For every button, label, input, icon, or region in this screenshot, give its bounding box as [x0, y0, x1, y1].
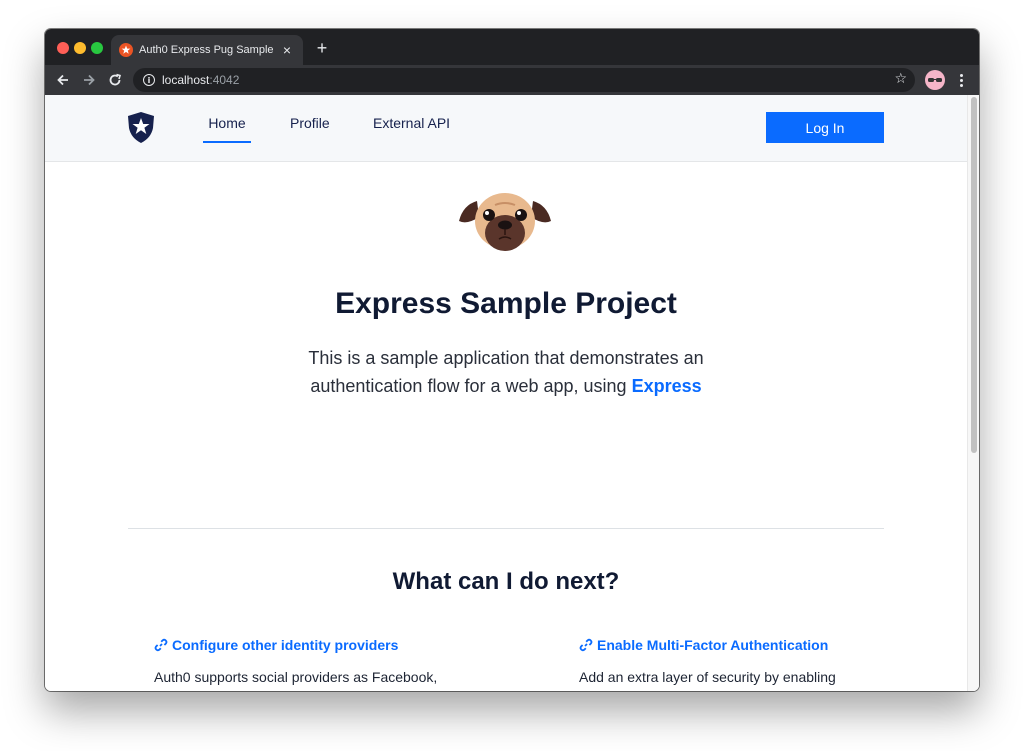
auth0-logo-icon[interactable]	[127, 112, 155, 143]
card-title: Enable Multi-Factor Authentication	[597, 637, 829, 653]
card-description: Auth0 supports social providers as Faceb…	[154, 669, 438, 685]
tab-title: Auth0 Express Pug Sample	[139, 44, 274, 56]
mfa-link[interactable]: Enable Multi-Factor Authentication	[579, 637, 879, 653]
hero-description: This is a sample application that demons…	[291, 344, 721, 400]
url-host: localhost	[162, 73, 210, 87]
nav-home-link[interactable]: Home	[203, 115, 251, 143]
back-icon[interactable]	[53, 70, 73, 90]
auth0-favicon-icon	[119, 43, 133, 57]
bookmark-star-icon[interactable]: ☆	[894, 71, 907, 87]
url-port: :4042	[209, 73, 240, 87]
page-viewport: Home Profile External API Log In Express…	[45, 95, 979, 691]
reload-icon[interactable]	[105, 70, 125, 90]
forward-icon[interactable]	[79, 70, 99, 90]
card-description: Add an extra layer of security by enabli…	[579, 669, 836, 685]
page-scrollbar[interactable]	[967, 95, 979, 691]
maximize-window-button[interactable]	[91, 42, 103, 54]
section-divider	[128, 528, 884, 529]
tab-close-icon[interactable]: ×	[279, 42, 295, 58]
login-button[interactable]: Log In	[766, 112, 884, 143]
browser-toolbar: i localhost:4042 ☆	[45, 65, 979, 95]
new-tab-button[interactable]: +	[311, 37, 333, 59]
browser-menu-icon[interactable]	[955, 70, 967, 90]
next-step-card: Configure other identity providers Auth0…	[154, 637, 454, 687]
browser-tab[interactable]: Auth0 Express Pug Sample ×	[111, 35, 303, 65]
address-bar[interactable]: i localhost:4042 ☆	[133, 68, 915, 92]
link-icon	[154, 638, 168, 652]
close-window-button[interactable]	[57, 42, 69, 54]
tab-strip: Auth0 Express Pug Sample × +	[45, 29, 979, 65]
minimize-window-button[interactable]	[74, 42, 86, 54]
identity-providers-link[interactable]: Configure other identity providers	[154, 637, 454, 653]
next-steps-title: What can I do next?	[392, 568, 620, 595]
nav-profile-link[interactable]: Profile	[290, 115, 330, 141]
pug-icon	[457, 191, 553, 253]
browser-window: Auth0 Express Pug Sample × + i localhost…	[45, 29, 979, 691]
card-title: Configure other identity providers	[172, 637, 399, 653]
site-navbar: Home Profile External API Log In	[45, 95, 967, 162]
profile-avatar[interactable]	[925, 70, 945, 90]
site-info-icon[interactable]: i	[143, 74, 155, 86]
scrollbar-thumb[interactable]	[971, 97, 977, 453]
express-link[interactable]: Express	[632, 376, 702, 396]
next-step-card: Enable Multi-Factor Authentication Add a…	[579, 637, 879, 687]
nav-external-api-link[interactable]: External API	[373, 115, 450, 141]
hero-title: Express Sample Project	[335, 287, 677, 320]
link-icon	[579, 638, 593, 652]
